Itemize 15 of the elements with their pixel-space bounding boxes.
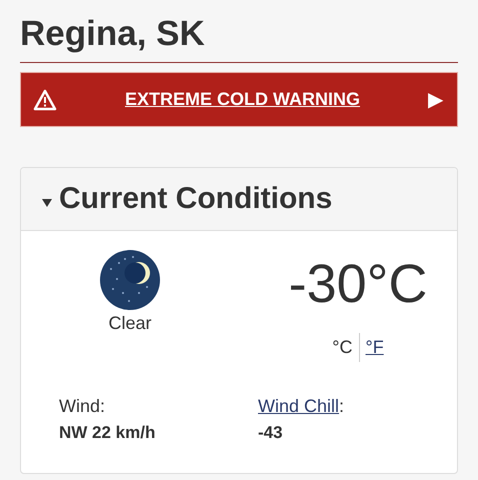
warning-icon xyxy=(33,88,57,110)
unit-link[interactable]: °F xyxy=(360,333,390,362)
temperature: -30°C xyxy=(288,257,428,311)
alert-banner[interactable]: EXTREME COLD WARNING ▶ xyxy=(20,72,458,127)
caret-icon[interactable] xyxy=(41,198,53,208)
detail-value: NW 22 km/h xyxy=(59,423,156,443)
detail-label: Wind Chill: xyxy=(258,396,346,417)
detail-value: -43 xyxy=(258,423,284,443)
location-title: Regina, SK xyxy=(20,10,458,63)
condition-label: Clear xyxy=(108,313,152,334)
detail-label: Wind: xyxy=(59,396,106,417)
moon-icon xyxy=(99,249,161,311)
detail-link[interactable]: Wind Chill xyxy=(258,396,340,416)
unit-label: °C xyxy=(326,333,360,362)
section-title: Current Conditions xyxy=(59,182,332,216)
